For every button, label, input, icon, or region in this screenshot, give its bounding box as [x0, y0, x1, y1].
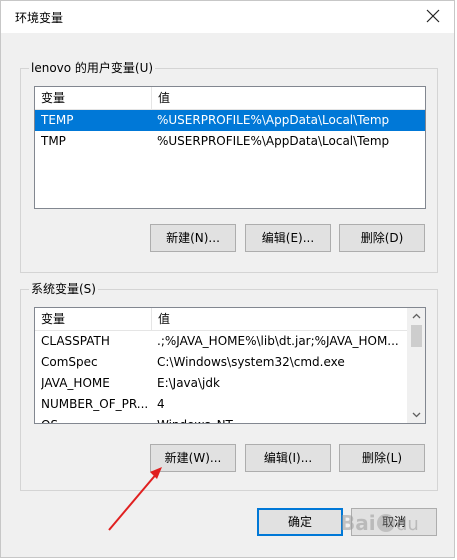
variable-name: OS: [41, 415, 149, 423]
user-delete-button[interactable]: 删除(D): [339, 224, 425, 252]
variable-value: .;%JAVA_HOME%\lib\dt.jar;%JAVA_HOM...: [157, 334, 399, 348]
variable-value: Windows_NT: [157, 415, 406, 423]
list-item[interactable]: TEMP %USERPROFILE%\AppData\Local\Temp: [35, 110, 425, 131]
system-edit-button[interactable]: 编辑(I)...: [245, 444, 331, 472]
variable-value: %USERPROFILE%\AppData\Local\Temp: [157, 113, 390, 127]
user-edit-button[interactable]: 编辑(E)...: [245, 224, 331, 252]
variable-value: E:\Java\jdk: [157, 376, 220, 390]
list-header: 变量 值: [35, 87, 425, 110]
system-delete-button[interactable]: 删除(L): [339, 444, 425, 472]
variable-name: CLASSPATH: [41, 334, 110, 348]
svg-text:Bai: Bai: [340, 511, 376, 535]
variable-name: TMP: [41, 134, 66, 148]
user-variables-list[interactable]: 变量 值 TEMP %USERPROFILE%\AppData\Local\Te…: [34, 86, 426, 209]
svg-text:du: du: [396, 514, 419, 535]
variable-value: %USERPROFILE%\AppData\Local\Temp: [157, 134, 390, 148]
system-variables-legend: 系统变量(S): [29, 281, 98, 297]
variable-name: ComSpec: [41, 355, 98, 369]
system-new-button[interactable]: 新建(W)...: [150, 444, 236, 472]
title-bar: 环境变量: [1, 1, 454, 33]
column-header-variable[interactable]: 变量: [35, 87, 151, 109]
user-variables-group: lenovo 的用户变量(U) 变量 值 TEMP %USERPROFILE%\…: [20, 60, 438, 273]
column-header-value[interactable]: 值: [151, 308, 408, 330]
list-item[interactable]: ComSpec C:\Windows\system32\cmd.exe: [35, 352, 408, 373]
variable-name: JAVA_HOME: [41, 376, 110, 390]
system-variables-list[interactable]: 变量 值 CLASSPATH .;%JAVA_HOME%\lib\dt.jar;…: [34, 307, 426, 424]
window-title: 环境变量: [15, 11, 64, 25]
system-variables-group: 系统变量(S) 变量 值 CLASSPATH .;%JAVA_HOME%\lib…: [20, 281, 438, 491]
variable-value: C:\Windows\system32\cmd.exe: [157, 355, 345, 369]
list-item[interactable]: NUMBER_OF_PR... 4: [35, 394, 408, 415]
list-header: 变量 值: [35, 308, 425, 331]
variable-name: TEMP: [41, 113, 74, 127]
list-item[interactable]: JAVA_HOME E:\Java\jdk: [35, 373, 408, 394]
variable-value: 4: [157, 397, 165, 411]
baidu-watermark: Bai du: [336, 506, 436, 540]
scroll-thumb[interactable]: [411, 325, 422, 347]
vertical-scrollbar[interactable]: [407, 308, 425, 423]
scroll-down-icon[interactable]: [408, 406, 425, 423]
ok-button[interactable]: 确定: [257, 508, 343, 536]
close-icon[interactable]: [424, 7, 442, 25]
list-item[interactable]: OS Windows_NT: [35, 415, 408, 423]
variable-name: NUMBER_OF_PR...: [41, 397, 149, 411]
list-item[interactable]: CLASSPATH .;%JAVA_HOME%\lib\dt.jar;%JAVA…: [35, 331, 408, 352]
dialog-body: lenovo 的用户变量(U) 变量 值 TEMP %USERPROFILE%\…: [1, 33, 454, 557]
list-item[interactable]: TMP %USERPROFILE%\AppData\Local\Temp: [35, 131, 425, 152]
user-variables-legend: lenovo 的用户变量(U): [29, 60, 156, 76]
scroll-up-icon[interactable]: [408, 308, 425, 325]
user-new-button[interactable]: 新建(N)...: [150, 224, 236, 252]
column-header-value[interactable]: 值: [151, 87, 425, 109]
column-header-variable[interactable]: 变量: [35, 308, 151, 330]
environment-variables-dialog: 环境变量 lenovo 的用户变量(U) 变量 值 TEMP %USERPROF…: [0, 0, 455, 558]
